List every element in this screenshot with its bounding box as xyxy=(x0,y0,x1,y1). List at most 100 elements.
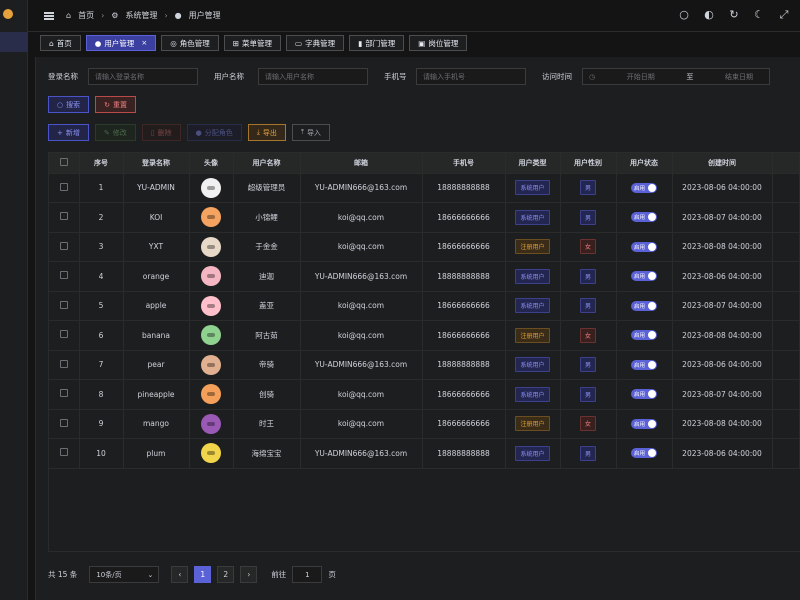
book-icon: ▭ xyxy=(295,38,303,48)
tab-dict-management[interactable]: ▭ 字典管理 xyxy=(286,35,345,51)
table-row[interactable]: 2 KOI 小锦鲤 koi@qq.com 18666666666 系统用户 男 启用 2023-… xyxy=(49,202,800,233)
page-number[interactable]: 1 xyxy=(194,566,212,583)
tab-label: 菜单管理 xyxy=(242,38,273,48)
button-label: 重置 xyxy=(112,100,127,109)
table-row[interactable]: 8 pineapple 创骑 koi@qq.com 18666666666 系统用户 男 启用… xyxy=(49,379,800,410)
cell-login-name: pineapple xyxy=(123,379,190,410)
breadcrumb-item[interactable]: 系统管理 xyxy=(125,10,157,21)
import-button[interactable]: ⤒ 导入 xyxy=(291,124,330,141)
gear-icon: ⚙ xyxy=(111,11,119,20)
cell-email: YU-ADMIN666@163.com xyxy=(300,438,423,469)
tab-role-management[interactable]: ◎ 角色管理 xyxy=(161,35,219,51)
status-toggle-label: 启用 xyxy=(634,185,646,192)
assign-role-button[interactable]: ● 分配角色 xyxy=(186,124,242,141)
user-type-cell: 系统用户 xyxy=(505,173,561,203)
search-button[interactable]: ○ 搜索 xyxy=(48,96,90,113)
status-toggle[interactable]: 启用 xyxy=(631,300,657,311)
status-toggle[interactable]: 启用 xyxy=(631,359,657,370)
select-all-checkbox[interactable] xyxy=(49,153,80,174)
row-checkbox[interactable] xyxy=(49,202,80,233)
tab-user-management[interactable]: ● 用户管理 × xyxy=(85,35,157,51)
table-row[interactable]: 9 mango 时王 koi@qq.com 18666666666 注册用户 女 启用 2023… xyxy=(49,409,800,439)
status-toggle[interactable]: 启用 xyxy=(631,389,657,400)
search-icon[interactable]: ○ xyxy=(678,9,690,21)
row-checkbox[interactable] xyxy=(49,350,80,380)
tab-dept-management[interactable]: ▮ 部门管理 xyxy=(349,35,405,51)
page-size-select[interactable]: 10条/页 ⌄ xyxy=(89,566,160,583)
cell-extra xyxy=(772,202,800,233)
row-checkbox[interactable] xyxy=(49,261,80,292)
fullscreen-icon[interactable]: ⤢ xyxy=(778,9,790,21)
table-row[interactable]: 4 orange 迪迦 YU-ADMIN666@163.com 18888888888 系… xyxy=(49,261,800,292)
edit-button[interactable]: ✎ 修改 xyxy=(94,124,136,141)
add-button[interactable]: + 新增 xyxy=(48,124,89,141)
status-toggle[interactable]: 启用 xyxy=(631,182,657,193)
login-name-input[interactable]: 请输入登录名称 xyxy=(88,68,198,85)
cell-created-time: 2023-08-07 04:00:00 xyxy=(672,202,773,233)
gender-cell: 男 xyxy=(560,202,617,233)
chart-icon: ▮ xyxy=(358,38,363,48)
refresh-icon[interactable]: ↻ xyxy=(728,9,740,21)
phone-input[interactable]: 请输入手机号 xyxy=(416,68,526,85)
table-row[interactable]: 3 YXT 于金金 koi@qq.com 18666666666 注册用户 女 启用 2023-… xyxy=(49,232,800,262)
status-toggle[interactable]: 启用 xyxy=(631,212,657,223)
user-name-input[interactable]: 请输入用户名称 xyxy=(258,68,368,85)
status-toggle[interactable]: 启用 xyxy=(631,448,657,459)
cell-created-time: 2023-08-06 04:00:00 xyxy=(672,350,773,380)
chevron-down-icon: ⌄ xyxy=(147,570,154,579)
next-page-button[interactable]: › xyxy=(240,566,258,583)
row-checkbox[interactable] xyxy=(49,379,80,410)
status-toggle[interactable]: 启用 xyxy=(631,418,657,429)
start-date-input[interactable]: 开始日期 xyxy=(627,72,655,82)
status-toggle[interactable]: 启用 xyxy=(631,271,657,282)
tab-post-management[interactable]: ▣ 岗位管理 xyxy=(409,35,468,51)
table-row[interactable]: 10 plum 海绵宝宝 YU-ADMIN666@163.com 18888888888… xyxy=(49,438,800,469)
cell-extra xyxy=(772,173,800,203)
column-header: 用户性别 xyxy=(560,153,617,174)
close-icon[interactable]: × xyxy=(141,39,147,47)
breadcrumb-item[interactable]: 首页 xyxy=(78,10,94,21)
goto-suffix: 页 xyxy=(328,570,336,579)
date-range-picker[interactable]: ◷ 开始日期 至 结束日期 xyxy=(582,68,770,85)
avatar xyxy=(201,295,221,316)
tab-menu-management[interactable]: ⊞ 菜单管理 xyxy=(223,35,282,51)
table-row[interactable]: 5 apple 盖亚 koi@qq.com 18666666666 系统用户 男 启用 2023… xyxy=(49,291,800,321)
avatar xyxy=(201,384,221,405)
menu-toggle-icon[interactable] xyxy=(44,11,54,20)
user-type-cell: 注册用户 xyxy=(505,320,561,351)
cell-email: koi@qq.com xyxy=(300,409,423,439)
cell-user-name: 帝骑 xyxy=(233,350,301,380)
button-label: 新增 xyxy=(65,128,80,137)
goto-page-input[interactable]: 1 xyxy=(292,566,323,583)
delete-button[interactable]: ▯ 删除 xyxy=(141,124,181,141)
phone-label: 手机号 xyxy=(384,72,407,81)
translate-icon[interactable]: ◐ xyxy=(703,9,715,21)
table-row[interactable]: 7 pear 帝骑 YU-ADMIN666@163.com 18888888888 系统用… xyxy=(49,350,800,380)
tab-home[interactable]: ⌂ 首页 xyxy=(40,35,81,51)
status-toggle[interactable]: 启用 xyxy=(631,330,657,341)
cell-email: YU-ADMIN666@163.com xyxy=(300,173,423,203)
row-checkbox[interactable] xyxy=(49,409,80,439)
row-checkbox[interactable] xyxy=(49,320,80,351)
cell-login-name: KOI xyxy=(123,202,190,233)
user-type-badge: 注册用户 xyxy=(515,239,550,255)
row-checkbox[interactable] xyxy=(49,173,80,203)
status-toggle-label: 启用 xyxy=(634,215,646,222)
dark-mode-icon[interactable]: ☾ xyxy=(753,9,765,21)
row-checkbox[interactable] xyxy=(49,291,80,321)
avatar xyxy=(201,266,221,287)
export-button[interactable]: ⤓ 导出 xyxy=(247,124,286,141)
reset-button[interactable]: ↻ 重置 xyxy=(95,96,136,113)
end-date-input[interactable]: 结束日期 xyxy=(725,72,753,82)
table-row[interactable]: 6 banana 阿古茹 koi@qq.com 18666666666 注册用户 女 启用 20… xyxy=(49,320,800,351)
table-row[interactable]: 1 YU-ADMIN 超级管理员 YU-ADMIN666@163.com 1888888… xyxy=(49,173,800,203)
user-type-badge: 注册用户 xyxy=(515,327,550,343)
page-number[interactable]: 2 xyxy=(217,566,235,583)
row-checkbox[interactable] xyxy=(49,232,80,262)
cell-phone: 18666666666 xyxy=(422,232,506,262)
gender-cell: 男 xyxy=(560,261,617,292)
prev-page-button[interactable]: ‹ xyxy=(171,566,189,583)
status-toggle[interactable]: 启用 xyxy=(631,241,657,252)
sidebar-active-item[interactable] xyxy=(0,32,28,52)
row-checkbox[interactable] xyxy=(49,438,80,469)
